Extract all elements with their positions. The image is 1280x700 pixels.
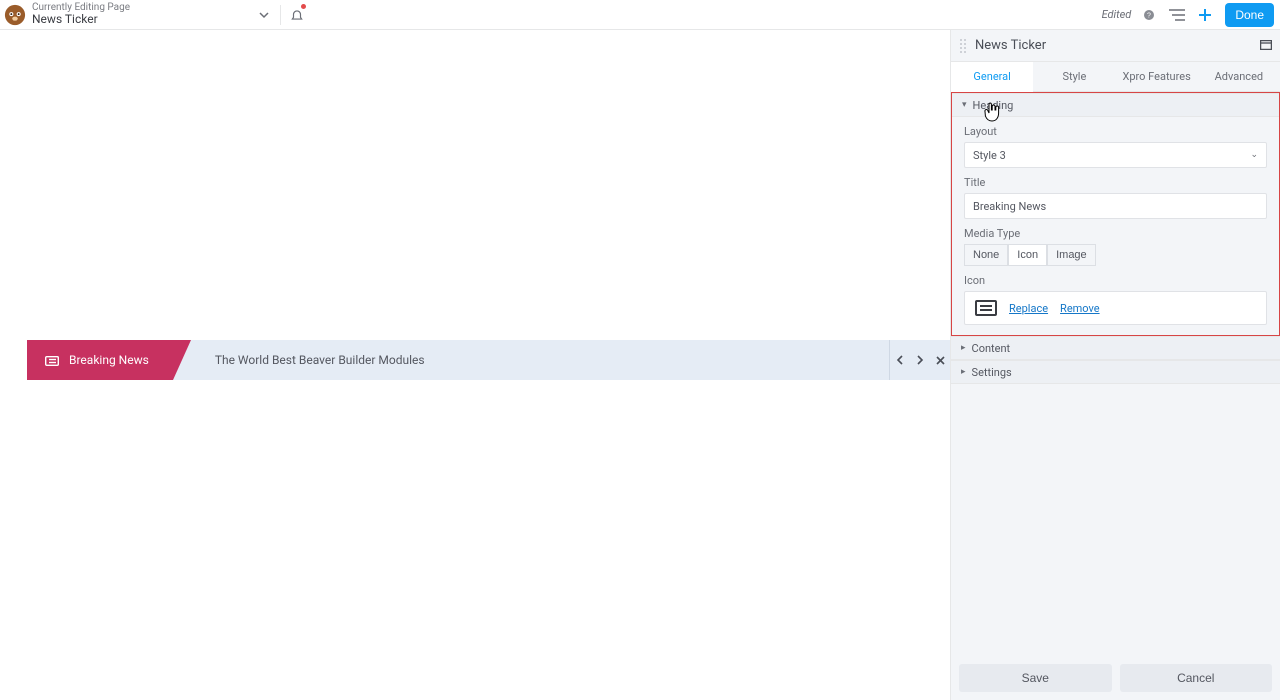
section-heading[interactable]: ▾ Heading bbox=[952, 93, 1279, 117]
panel-footer: Save Cancel bbox=[951, 656, 1280, 700]
layout-select[interactable]: Style 3 ⌄ bbox=[964, 142, 1267, 168]
icon-replace-link[interactable]: Replace bbox=[1009, 302, 1048, 315]
section-content[interactable]: ▸ Content bbox=[951, 336, 1280, 360]
add-module-button[interactable] bbox=[1191, 1, 1219, 29]
chevron-right-icon: ▸ bbox=[961, 367, 966, 377]
title-input-wrap bbox=[964, 193, 1267, 219]
tab-xpro-features[interactable]: Xpro Features bbox=[1116, 62, 1198, 91]
list-icon bbox=[975, 300, 997, 316]
ticker-heading: Breaking News bbox=[27, 340, 173, 380]
app-logo-icon bbox=[4, 4, 26, 26]
top-toolbar: Currently Editing Page News Ticker Edite… bbox=[0, 0, 1280, 30]
drag-handle-icon[interactable] bbox=[959, 38, 967, 54]
ticker-next-button[interactable] bbox=[910, 340, 930, 380]
ticker-close-button[interactable] bbox=[930, 340, 950, 380]
icon-remove-link[interactable]: Remove bbox=[1060, 302, 1100, 315]
tab-general[interactable]: General bbox=[951, 62, 1033, 92]
svg-text:?: ? bbox=[1147, 12, 1151, 19]
outline-button[interactable] bbox=[1163, 1, 1191, 29]
title-label: Title bbox=[964, 176, 1267, 189]
media-image-button[interactable]: Image bbox=[1047, 244, 1096, 266]
expand-panel-icon[interactable] bbox=[1260, 39, 1272, 53]
cancel-button[interactable]: Cancel bbox=[1120, 664, 1273, 692]
page-title: News Ticker bbox=[32, 13, 130, 26]
panel-title: News Ticker bbox=[975, 38, 1046, 53]
done-button[interactable]: Done bbox=[1225, 3, 1274, 27]
title-input[interactable] bbox=[973, 200, 1258, 213]
icon-picker: Replace Remove bbox=[964, 291, 1267, 325]
page-meta: Currently Editing Page News Ticker bbox=[32, 2, 130, 26]
field-layout: Layout Style 3 ⌄ bbox=[952, 117, 1279, 168]
field-media-type: Media Type None Icon Image bbox=[952, 219, 1279, 266]
save-button[interactable]: Save bbox=[959, 664, 1112, 692]
tab-style[interactable]: Style bbox=[1033, 62, 1115, 91]
layout-label: Layout bbox=[964, 125, 1267, 138]
edited-label: Edited bbox=[1102, 8, 1132, 21]
media-type-group: None Icon Image bbox=[964, 244, 1267, 266]
chevron-right-icon: ▸ bbox=[961, 343, 966, 353]
toolbar-divider bbox=[280, 5, 281, 25]
canvas-area: Breaking News The World Best Beaver Buil… bbox=[0, 30, 950, 700]
icon-label: Icon bbox=[964, 274, 1267, 287]
news-icon bbox=[45, 355, 59, 365]
news-ticker-module[interactable]: Breaking News The World Best Beaver Buil… bbox=[27, 340, 950, 380]
section-heading-label: Heading bbox=[973, 99, 1014, 112]
section-content-label: Content bbox=[972, 342, 1011, 355]
notifications-button[interactable] bbox=[283, 1, 311, 29]
panel-tabs: General Style Xpro Features Advanced bbox=[951, 62, 1280, 92]
page-selector[interactable]: Currently Editing Page News Ticker bbox=[4, 1, 311, 29]
field-icon: Icon Replace Remove bbox=[952, 266, 1279, 325]
media-none-button[interactable]: None bbox=[964, 244, 1008, 266]
help-icon[interactable]: ? bbox=[1135, 1, 1163, 29]
chevron-down-icon: ▾ bbox=[962, 100, 967, 110]
settings-panel: News Ticker General Style Xpro Features … bbox=[950, 30, 1280, 700]
ticker-badge-text: Breaking News bbox=[69, 353, 149, 367]
page-dropdown-button[interactable] bbox=[250, 1, 278, 29]
media-icon-button[interactable]: Icon bbox=[1008, 244, 1047, 266]
ticker-controls bbox=[889, 340, 950, 380]
heading-section-highlight: ▾ Heading Layout Style 3 ⌄ Title Media T… bbox=[951, 92, 1280, 337]
layout-value: Style 3 bbox=[973, 149, 1006, 162]
ticker-text: The World Best Beaver Builder Modules bbox=[173, 353, 889, 367]
field-title: Title bbox=[952, 168, 1279, 219]
section-settings-label: Settings bbox=[972, 366, 1012, 379]
tab-advanced[interactable]: Advanced bbox=[1198, 62, 1280, 91]
media-type-label: Media Type bbox=[964, 227, 1267, 240]
panel-header: News Ticker bbox=[951, 30, 1280, 62]
chevron-down-icon: ⌄ bbox=[1250, 150, 1258, 160]
section-settings[interactable]: ▸ Settings bbox=[951, 360, 1280, 384]
sections-container: ▾ Heading Layout Style 3 ⌄ Title Media T… bbox=[951, 92, 1280, 656]
ticker-prev-button[interactable] bbox=[890, 340, 910, 380]
